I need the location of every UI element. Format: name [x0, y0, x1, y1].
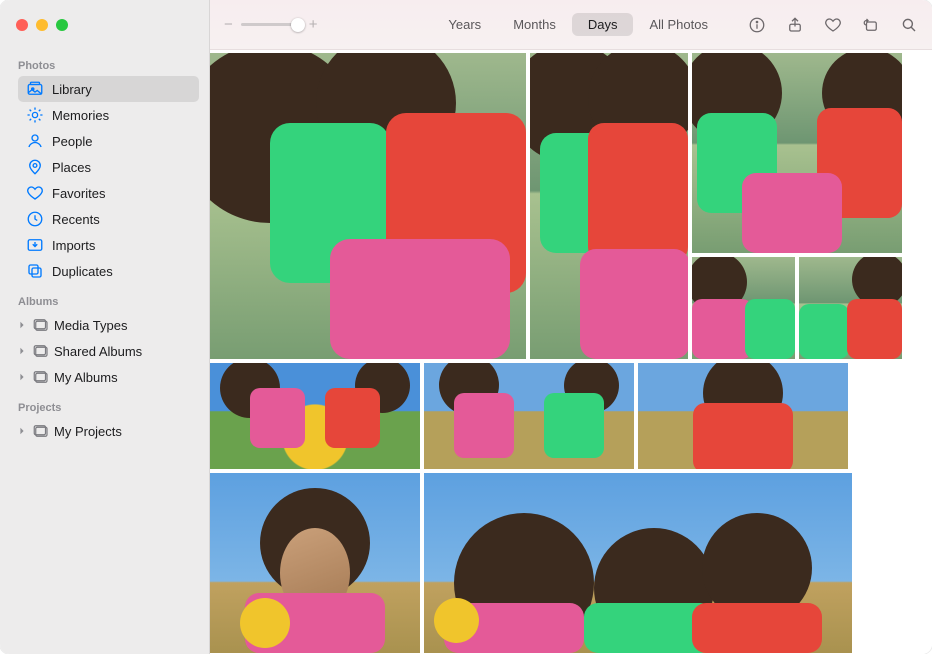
- segment-years[interactable]: Years: [432, 13, 497, 36]
- sidebar-section-title: Projects: [18, 396, 199, 418]
- sidebar-item-shared-albums[interactable]: Shared Albums: [18, 338, 199, 364]
- sidebar-item-my-albums[interactable]: My Albums: [18, 364, 199, 390]
- my-albums-icon: [32, 368, 50, 386]
- search-icon[interactable]: [900, 16, 918, 34]
- sidebar-item-label: Recents: [52, 212, 100, 227]
- sidebar: Photos Library Memories People: [0, 0, 210, 654]
- photo-thumbnail[interactable]: [799, 257, 902, 359]
- media-types-icon: [32, 316, 50, 334]
- imports-icon: [26, 236, 44, 254]
- photo-thumbnail[interactable]: [692, 53, 902, 253]
- sidebar-item-favorites[interactable]: Favorites: [18, 180, 199, 206]
- sidebar-item-label: Media Types: [54, 318, 127, 333]
- memories-icon: [26, 106, 44, 124]
- toolbar-actions: [748, 16, 918, 34]
- sidebar-item-memories[interactable]: Memories: [18, 102, 199, 128]
- share-icon[interactable]: [786, 16, 804, 34]
- chevron-right-icon: [18, 427, 26, 435]
- segment-months[interactable]: Months: [497, 13, 572, 36]
- sidebar-item-label: Imports: [52, 238, 95, 253]
- photo-thumbnail[interactable]: [210, 473, 420, 653]
- sidebar-item-label: Favorites: [52, 186, 105, 201]
- photo-thumbnail[interactable]: [424, 473, 852, 653]
- sidebar-item-label: Places: [52, 160, 91, 175]
- photo-thumbnail[interactable]: [530, 53, 689, 359]
- sidebar-item-label: Shared Albums: [54, 344, 142, 359]
- sidebar-item-my-projects[interactable]: My Projects: [18, 418, 199, 444]
- toolbar: − + Years Months Days All Photos: [210, 0, 932, 50]
- view-segmented-control: Years Months Days All Photos: [432, 13, 724, 36]
- sidebar-item-label: People: [52, 134, 92, 149]
- places-icon: [26, 158, 44, 176]
- chevron-right-icon: [18, 321, 26, 329]
- chevron-right-icon: [18, 373, 26, 381]
- zoom-in-icon: +: [309, 17, 318, 32]
- photo-thumbnail[interactable]: [638, 363, 848, 469]
- projects-icon: [32, 422, 50, 440]
- zoom-slider[interactable]: − +: [224, 17, 318, 32]
- zoom-out-icon: −: [224, 17, 233, 32]
- photo-library-icon: [26, 80, 44, 98]
- photo-thumbnail[interactable]: [210, 53, 526, 359]
- fullscreen-window-button[interactable]: [56, 19, 68, 31]
- sidebar-item-label: Memories: [52, 108, 109, 123]
- minimize-window-button[interactable]: [36, 19, 48, 31]
- sidebar-item-imports[interactable]: Imports: [18, 232, 199, 258]
- info-icon[interactable]: [748, 16, 766, 34]
- sidebar-item-label: My Albums: [54, 370, 118, 385]
- favorite-icon[interactable]: [824, 16, 842, 34]
- sidebar-item-recents[interactable]: Recents: [18, 206, 199, 232]
- duplicates-icon: [26, 262, 44, 280]
- sidebar-item-library[interactable]: Library: [18, 76, 199, 102]
- sidebar-item-people[interactable]: People: [18, 128, 199, 154]
- rotate-icon[interactable]: [862, 16, 880, 34]
- zoom-knob[interactable]: [291, 18, 305, 32]
- sidebar-item-label: My Projects: [54, 424, 122, 439]
- sidebar-item-media-types[interactable]: Media Types: [18, 312, 199, 338]
- sidebar-section-albums: Albums Media Types Shared Albums: [0, 286, 209, 392]
- sidebar-section-title: Photos: [18, 54, 199, 76]
- sidebar-item-duplicates[interactable]: Duplicates: [18, 258, 199, 284]
- chevron-right-icon: [18, 347, 26, 355]
- photo-grid[interactable]: Jul 22 Lloyd Harbor: [210, 50, 932, 654]
- zoom-track[interactable]: [241, 23, 301, 26]
- clock-icon: [26, 210, 44, 228]
- close-window-button[interactable]: [16, 19, 28, 31]
- segment-all-photos[interactable]: All Photos: [633, 13, 724, 36]
- photo-thumbnail[interactable]: [210, 363, 420, 469]
- main-panel: − + Years Months Days All Photos: [210, 0, 932, 654]
- sidebar-item-label: Duplicates: [52, 264, 113, 279]
- sidebar-section-title: Albums: [18, 290, 199, 312]
- heart-icon: [26, 184, 44, 202]
- segment-days[interactable]: Days: [572, 13, 634, 36]
- photo-thumbnail[interactable]: [424, 363, 634, 469]
- sidebar-section-projects: Projects My Projects: [0, 392, 209, 446]
- photo-thumbnail[interactable]: [692, 257, 795, 359]
- sidebar-item-label: Library: [52, 82, 92, 97]
- traffic-lights: [16, 19, 68, 31]
- titlebar: [0, 0, 209, 50]
- people-icon: [26, 132, 44, 150]
- app-window: Photos Library Memories People: [0, 0, 932, 654]
- shared-albums-icon: [32, 342, 50, 360]
- sidebar-item-places[interactable]: Places: [18, 154, 199, 180]
- photo-grid-inner: [210, 50, 932, 654]
- sidebar-section-photos: Photos Library Memories People: [0, 50, 209, 286]
